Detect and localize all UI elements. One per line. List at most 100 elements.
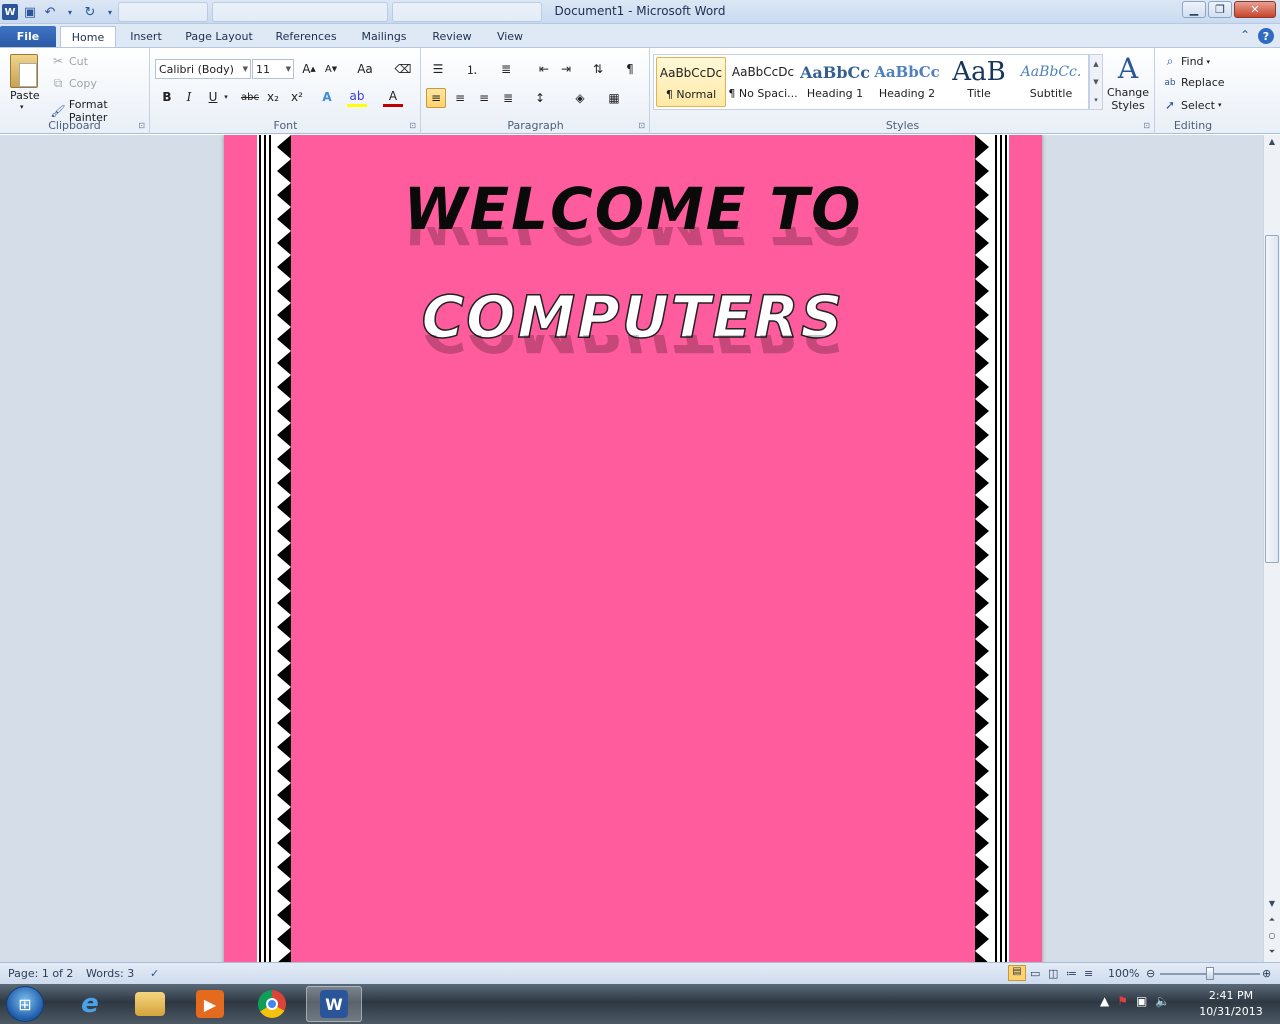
zoom-slider-knob[interactable] (1206, 967, 1214, 980)
tab-file[interactable]: File (0, 26, 56, 47)
replace-button[interactable]: ab Replace (1162, 76, 1224, 89)
zoom-in-icon[interactable]: ⊕ (1262, 967, 1271, 980)
dialog-launcher-icon[interactable]: ⊡ (1143, 121, 1150, 130)
tab-insert[interactable]: Insert (124, 26, 168, 47)
draft-icon[interactable]: ≡ (1084, 967, 1093, 980)
web-layout-icon[interactable]: ◫ (1048, 967, 1058, 980)
styles-scroll[interactable]: ▲ ▼ ▾ (1089, 54, 1103, 110)
strikethrough-button[interactable]: abc (237, 87, 263, 107)
cut-button[interactable]: ✂ Cut (50, 54, 88, 68)
minimize-ribbon-icon[interactable]: ⌃ (1240, 28, 1250, 44)
taskbar-word[interactable]: W (306, 986, 362, 1022)
dialog-launcher-icon[interactable]: ⊡ (638, 121, 645, 130)
select-button[interactable]: ➚ Select ▾ (1162, 98, 1221, 112)
zoom-out-icon[interactable]: ⊖ (1146, 967, 1155, 980)
minimize-button[interactable]: ▁ (1182, 1, 1206, 18)
taskbar-media-player[interactable]: ▶ (182, 986, 238, 1022)
font-color-icon[interactable]: A (383, 87, 403, 107)
line-spacing-icon[interactable]: ↕ (530, 88, 550, 108)
more-icon[interactable]: ▾ (1094, 96, 1098, 104)
decrease-indent-icon[interactable]: ⇤ (534, 59, 554, 79)
show-hidden-icons-icon[interactable]: ▲ (1100, 994, 1109, 1008)
scrollbar-thumb[interactable] (1265, 235, 1279, 563)
style-heading-1[interactable]: AaBbCc Heading 1 (800, 57, 870, 107)
align-right-icon[interactable]: ≡ (474, 88, 494, 108)
taskbar-clock[interactable]: 2:41 PM 10/31/2013 (1196, 988, 1266, 1020)
action-center-icon[interactable]: ⚑ (1117, 994, 1128, 1008)
group-label-editing: Editing (1173, 119, 1213, 132)
close-button[interactable]: ✕ (1234, 1, 1276, 18)
network-icon[interactable]: ▣ (1136, 994, 1147, 1008)
bold-button[interactable]: B (157, 87, 177, 107)
volume-icon[interactable]: 🔈 (1155, 994, 1170, 1008)
numbering-icon[interactable]: ⒈ (462, 59, 482, 79)
clear-formatting-icon[interactable]: ⌫ (393, 59, 413, 79)
font-name-combo[interactable]: Calibri (Body) ▼ (155, 59, 251, 79)
style-normal[interactable]: AaBbCcDc ¶ Normal (656, 57, 726, 107)
replace-icon: ab (1164, 77, 1176, 88)
style-no-spacing[interactable]: AaBbCcDc ¶ No Spaci... (728, 57, 798, 107)
tab-home[interactable]: Home (60, 26, 116, 47)
change-styles-button[interactable]: A Change Styles (1106, 52, 1150, 112)
bullets-icon[interactable]: ☰ (428, 59, 448, 79)
scroll-down-icon[interactable]: ▼ (1264, 899, 1280, 908)
grow-font-button[interactable]: A ▲ (299, 59, 319, 79)
page-count[interactable]: Page: 1 of 2 (8, 967, 73, 980)
outline-icon[interactable]: ≔ (1066, 967, 1077, 980)
shading-icon[interactable]: ◈ (570, 88, 590, 108)
style-title[interactable]: AaB Title (944, 57, 1014, 107)
browse-object-icon[interactable]: ○ (1264, 931, 1280, 940)
change-case-button[interactable]: Aa (351, 59, 379, 79)
next-page-icon[interactable]: ⏷ (1264, 947, 1280, 957)
justify-icon[interactable]: ≣ (498, 88, 518, 108)
find-button[interactable]: ⌕ Find ▾ (1162, 54, 1210, 69)
paste-button[interactable]: Paste (10, 89, 40, 102)
start-button[interactable]: ⊞ (6, 986, 44, 1022)
document-page[interactable]: WELCOME TO WELCOME TO COMPUTERS COMPUTER… (224, 135, 1042, 962)
dialog-launcher-icon[interactable]: ⊡ (138, 121, 145, 130)
tab-view[interactable]: View (490, 26, 530, 47)
paste-icon[interactable] (10, 54, 38, 88)
text-effects-icon[interactable]: A (317, 87, 337, 107)
print-layout-icon[interactable]: ▤ (1008, 965, 1026, 981)
style-heading-2[interactable]: AaBbCc Heading 2 (872, 57, 942, 107)
align-center-icon[interactable]: ≡ (450, 88, 470, 108)
subscript-button[interactable]: x₂ (263, 87, 283, 107)
dialog-launcher-icon[interactable]: ⊡ (409, 121, 416, 130)
font-size-combo[interactable]: 11 ▼ (252, 59, 294, 79)
underline-button[interactable]: U (203, 87, 223, 107)
show-formatting-icon[interactable]: ¶ (620, 59, 640, 79)
italic-button[interactable]: I (179, 87, 199, 107)
taskbar-explorer[interactable] (122, 986, 178, 1022)
full-screen-icon[interactable]: ▭ (1030, 967, 1040, 980)
chevron-up-icon[interactable]: ▲ (1093, 60, 1098, 68)
scroll-up-icon[interactable]: ▲ (1264, 137, 1280, 146)
tab-mailings[interactable]: Mailings (354, 26, 414, 47)
copy-button[interactable]: ⧉ Copy (50, 76, 97, 91)
align-left-icon[interactable]: ≡ (426, 88, 446, 108)
word-count[interactable]: Words: 3 (86, 967, 134, 980)
shrink-font-button[interactable]: A ▼ (321, 59, 341, 79)
zoom-level[interactable]: 100% (1108, 967, 1139, 980)
help-icon[interactable]: ? (1258, 28, 1274, 44)
restore-button[interactable]: ❐ (1208, 1, 1232, 18)
tab-review[interactable]: Review (426, 26, 478, 47)
clipboard-group: Paste ▾ ✂ Cut ⧉ Copy 🖌 Format Painter Clipb… (0, 48, 150, 134)
highlight-icon[interactable]: ab (347, 87, 367, 107)
vertical-scrollbar[interactable]: ▲ ▼ ⏶ ○ ⏷ (1263, 135, 1280, 962)
underline-dropdown-icon[interactable]: ▾ (221, 87, 231, 107)
previous-page-icon[interactable]: ⏶ (1264, 915, 1280, 925)
superscript-button[interactable]: x² (287, 87, 307, 107)
tab-references[interactable]: References (270, 26, 342, 47)
taskbar-chrome[interactable] (244, 986, 300, 1022)
chevron-down-icon[interactable]: ▼ (1093, 78, 1098, 86)
style-subtitle[interactable]: AaBbCc. Subtitle (1016, 57, 1086, 107)
paste-dropdown-icon[interactable]: ▾ (20, 103, 24, 111)
multilevel-list-icon[interactable]: ≣ (496, 59, 516, 79)
sort-icon[interactable]: ⇅ (588, 59, 608, 79)
proofing-icon[interactable]: ✓ (150, 967, 159, 980)
tab-page-layout[interactable]: Page Layout (180, 26, 258, 47)
taskbar-internet-explorer[interactable]: e (62, 986, 118, 1022)
increase-indent-icon[interactable]: ⇥ (556, 59, 576, 79)
borders-icon[interactable]: ▦ (604, 88, 624, 108)
